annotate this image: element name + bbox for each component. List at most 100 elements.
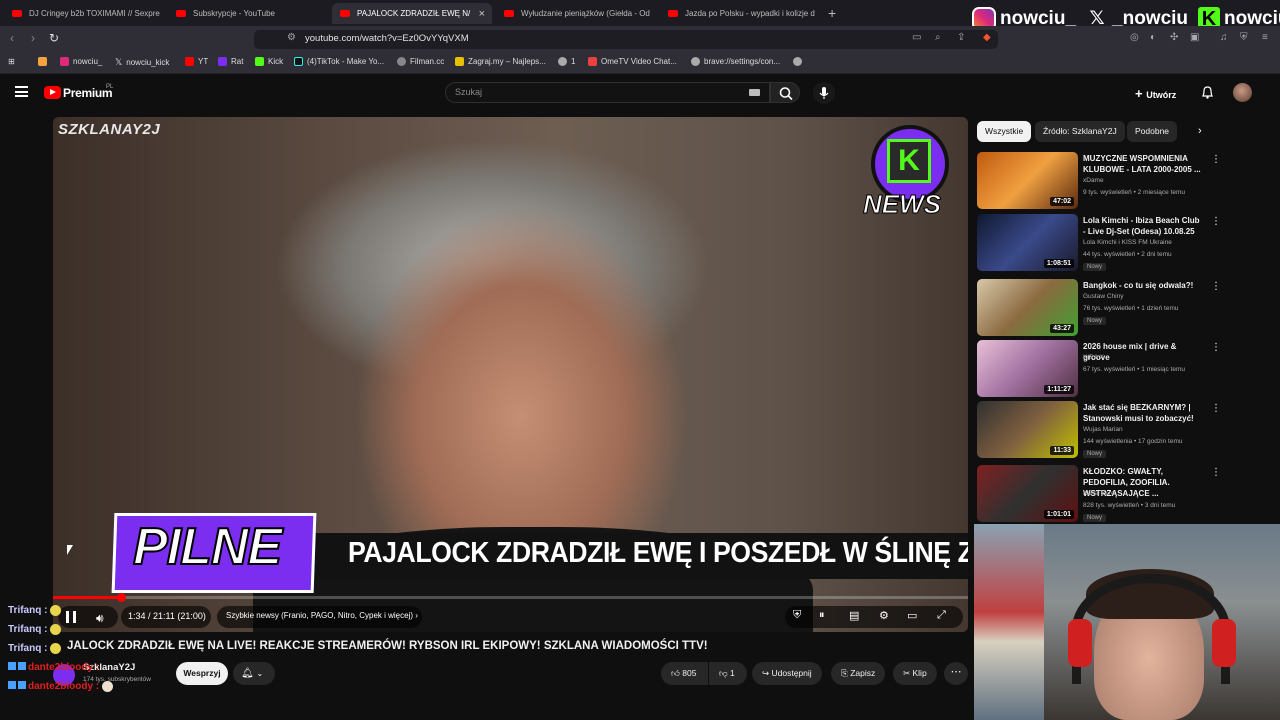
- sponsor-shield-icon[interactable]: ⛨: [793, 609, 801, 622]
- filter-chip-source[interactable]: Źródło: SzklanaY2J: [1035, 121, 1125, 142]
- brave-shield-icon[interactable]: ◆: [983, 32, 991, 43]
- bookmark-item[interactable]: [793, 57, 802, 66]
- create-button[interactable]: + Utwórz: [1135, 86, 1176, 101]
- reload-icon[interactable]: ↻: [49, 31, 59, 45]
- more-options-icon[interactable]: ⋯: [944, 662, 968, 685]
- video-channel[interactable]: xDame: [1083, 177, 1104, 184]
- keyboard-icon[interactable]: [749, 89, 760, 96]
- video-channel[interactable]: Lola Kimchi i KISS FM Ukraine: [1083, 239, 1172, 246]
- sidebar-icon[interactable]: ▣: [1190, 32, 1199, 43]
- more-vert-icon[interactable]: ⋮: [1211, 216, 1221, 227]
- apps-icon[interactable]: ⊞: [8, 57, 15, 66]
- extension-icon[interactable]: ◎: [1130, 32, 1139, 43]
- video-title[interactable]: Bangkok - co tu się odwala?!: [1083, 280, 1203, 291]
- account-avatar[interactable]: [1233, 83, 1252, 102]
- recommended-video[interactable]: 1:08:51 Lola Kimchi - Ibiza Beach Club -…: [977, 214, 1221, 272]
- like-button[interactable]: 👍︎ 805: [661, 662, 708, 685]
- video-thumbnail[interactable]: 11:33: [977, 401, 1078, 458]
- bookmark-item[interactable]: 1: [558, 57, 575, 66]
- share-button[interactable]: ↪ Udostępnij: [752, 662, 822, 685]
- bookmark-item[interactable]: Rat: [218, 57, 243, 66]
- video-thumbnail[interactable]: 47:02: [977, 152, 1078, 209]
- search-button[interactable]: [770, 82, 800, 103]
- extensions-icon[interactable]: ✣: [1170, 32, 1178, 43]
- voice-search-button[interactable]: [813, 82, 835, 104]
- menu-icon[interactable]: ≡: [1262, 32, 1268, 43]
- zoom-icon[interactable]: ⌕: [935, 32, 941, 43]
- bookmark-item[interactable]: 𝕏nowciu_kick: [115, 57, 169, 68]
- browser-tab[interactable]: Wyłudzanie pieniążków (Giełda - Od: [496, 3, 656, 24]
- video-title[interactable]: Lola Kimchi - Ibiza Beach Club - Live Dj…: [1083, 215, 1203, 237]
- miniplayer-icon[interactable]: ▭: [907, 609, 917, 622]
- bookmark-item[interactable]: Filman.cc: [397, 57, 444, 66]
- video-thumbnail[interactable]: 1:11:27: [977, 340, 1078, 397]
- media-icon[interactable]: ♫: [1220, 32, 1228, 43]
- forward-icon[interactable]: ›: [31, 31, 35, 45]
- more-vert-icon[interactable]: ⋮: [1211, 281, 1221, 292]
- dislike-button[interactable]: 👎︎ 1: [709, 662, 747, 685]
- video-title[interactable]: MUZYCZNE WSPOMNIENIA KLUBOWE - LATA 2000…: [1083, 153, 1203, 175]
- chapter-title[interactable]: Szybkie newsy (Franio, PAGO, Nitro, Cype…: [226, 611, 418, 620]
- pause-icon[interactable]: [66, 611, 76, 623]
- video-thumbnail[interactable]: 1:01:01: [977, 465, 1078, 522]
- search-input[interactable]: [445, 82, 770, 103]
- bookmark-item[interactable]: YT: [185, 57, 208, 66]
- video-channel[interactable]: KIRA X: [1083, 354, 1104, 361]
- more-vert-icon[interactable]: ⋮: [1211, 467, 1221, 478]
- progress-bar[interactable]: [53, 593, 968, 602]
- bookmark-item[interactable]: brave://settings/con...: [691, 57, 780, 66]
- site-info-icon[interactable]: ⚙: [287, 32, 296, 43]
- bookmark-item[interactable]: OmeTV Video Chat...: [588, 57, 677, 66]
- notifications-button[interactable]: 🔔︎ ⌄: [233, 662, 275, 685]
- support-button[interactable]: Wesprzyj: [176, 662, 228, 685]
- back-icon[interactable]: ‹: [10, 31, 14, 45]
- more-vert-icon[interactable]: ⋮: [1211, 403, 1221, 414]
- bookmark-item[interactable]: Zagraj.my – Najleps...: [455, 57, 546, 66]
- notifications-bell-icon[interactable]: [1201, 85, 1214, 99]
- filter-chip-all[interactable]: Wszystkie: [977, 121, 1032, 142]
- recommended-video[interactable]: 43:27 Bangkok - co tu się odwala?! Gusta…: [977, 279, 1221, 337]
- recommended-video[interactable]: 1:01:01 KŁODZKO: GWAŁTY, PEDOFILIA, ZOOF…: [977, 465, 1221, 523]
- browser-tab[interactable]: Jazda po Polsku - wypadki i kolizje d: [660, 3, 820, 24]
- volume-icon[interactable]: 🔊︎: [96, 611, 104, 626]
- browser-tab[interactable]: Subskrypcje - YouTube: [168, 3, 328, 24]
- filter-chip-related[interactable]: Podobne: [1127, 121, 1178, 142]
- close-tab-icon[interactable]: ×: [479, 8, 485, 20]
- bookmark-item[interactable]: [38, 57, 47, 66]
- new-tab-button[interactable]: +: [828, 5, 836, 21]
- fullscreen-icon[interactable]: ⤢: [937, 609, 946, 622]
- save-button[interactable]: ⎘ Zapisz: [831, 662, 886, 685]
- recommended-video[interactable]: 1:11:27 2026 house mix | drive & groove …: [977, 340, 1221, 398]
- share-icon[interactable]: ⇪: [957, 32, 965, 43]
- more-vert-icon[interactable]: ⋮: [1211, 342, 1221, 353]
- bookmark-item[interactable]: nowciu_: [60, 57, 102, 66]
- youtube-logo-icon[interactable]: [44, 86, 61, 99]
- extension-icon[interactable]: ◐: [1150, 32, 1156, 43]
- recommended-video[interactable]: 47:02 MUZYCZNE WSPOMNIENIA KLUBOWE - LAT…: [977, 152, 1221, 210]
- chevron-right-icon[interactable]: ›: [1198, 125, 1202, 137]
- recommended-video[interactable]: 11:33 Jak stać się BEZKARNYM? | Stanowsk…: [977, 401, 1221, 459]
- bookmark-item[interactable]: Kick: [255, 57, 283, 66]
- bookmark-item[interactable]: (4)TikTok - Make Yo...: [294, 57, 384, 66]
- video-thumbnail[interactable]: 1:08:51: [977, 214, 1078, 271]
- video-channel[interactable]: Kanał Zero: [1083, 490, 1115, 497]
- url-text[interactable]: youtube.com/watch?v=Ez0OvYYqVXM: [305, 33, 469, 44]
- subtitles-icon[interactable]: ▤: [849, 609, 859, 622]
- autoplay-toggle-icon[interactable]: ⏸: [819, 609, 825, 622]
- video-channel[interactable]: Wujas Marian: [1083, 426, 1123, 433]
- video-thumbnail[interactable]: 43:27: [977, 279, 1078, 336]
- bookmark-icon: ⎘: [841, 668, 848, 678]
- video-title[interactable]: Jak stać się BEZKARNYM? | Stanowski musi…: [1083, 402, 1203, 424]
- browser-tab[interactable]: DJ Cringey b2b TOXIMAMI // Sexpre: [4, 3, 164, 24]
- progress-scrubber[interactable]: [116, 593, 126, 602]
- video-channel[interactable]: Gustaw Chiny: [1083, 293, 1123, 300]
- browser-tab-active[interactable]: PAJALOCK ZDRADZIŁ EWĘ N/ ×: [332, 3, 492, 24]
- more-vert-icon[interactable]: ⋮: [1211, 154, 1221, 165]
- youtube-brand[interactable]: Premium: [63, 86, 113, 100]
- vpn-icon[interactable]: ⛨: [1240, 32, 1248, 43]
- cast-icon[interactable]: ▭: [912, 32, 921, 43]
- hamburger-menu-icon[interactable]: [15, 86, 28, 97]
- clip-button[interactable]: ✂ Klip: [893, 662, 937, 685]
- video-player[interactable]: SZKLANAY2J K NEWS PAJALOCK ZDRADZIŁ EWĘ …: [53, 117, 968, 632]
- settings-gear-icon[interactable]: ⚙: [879, 609, 889, 622]
